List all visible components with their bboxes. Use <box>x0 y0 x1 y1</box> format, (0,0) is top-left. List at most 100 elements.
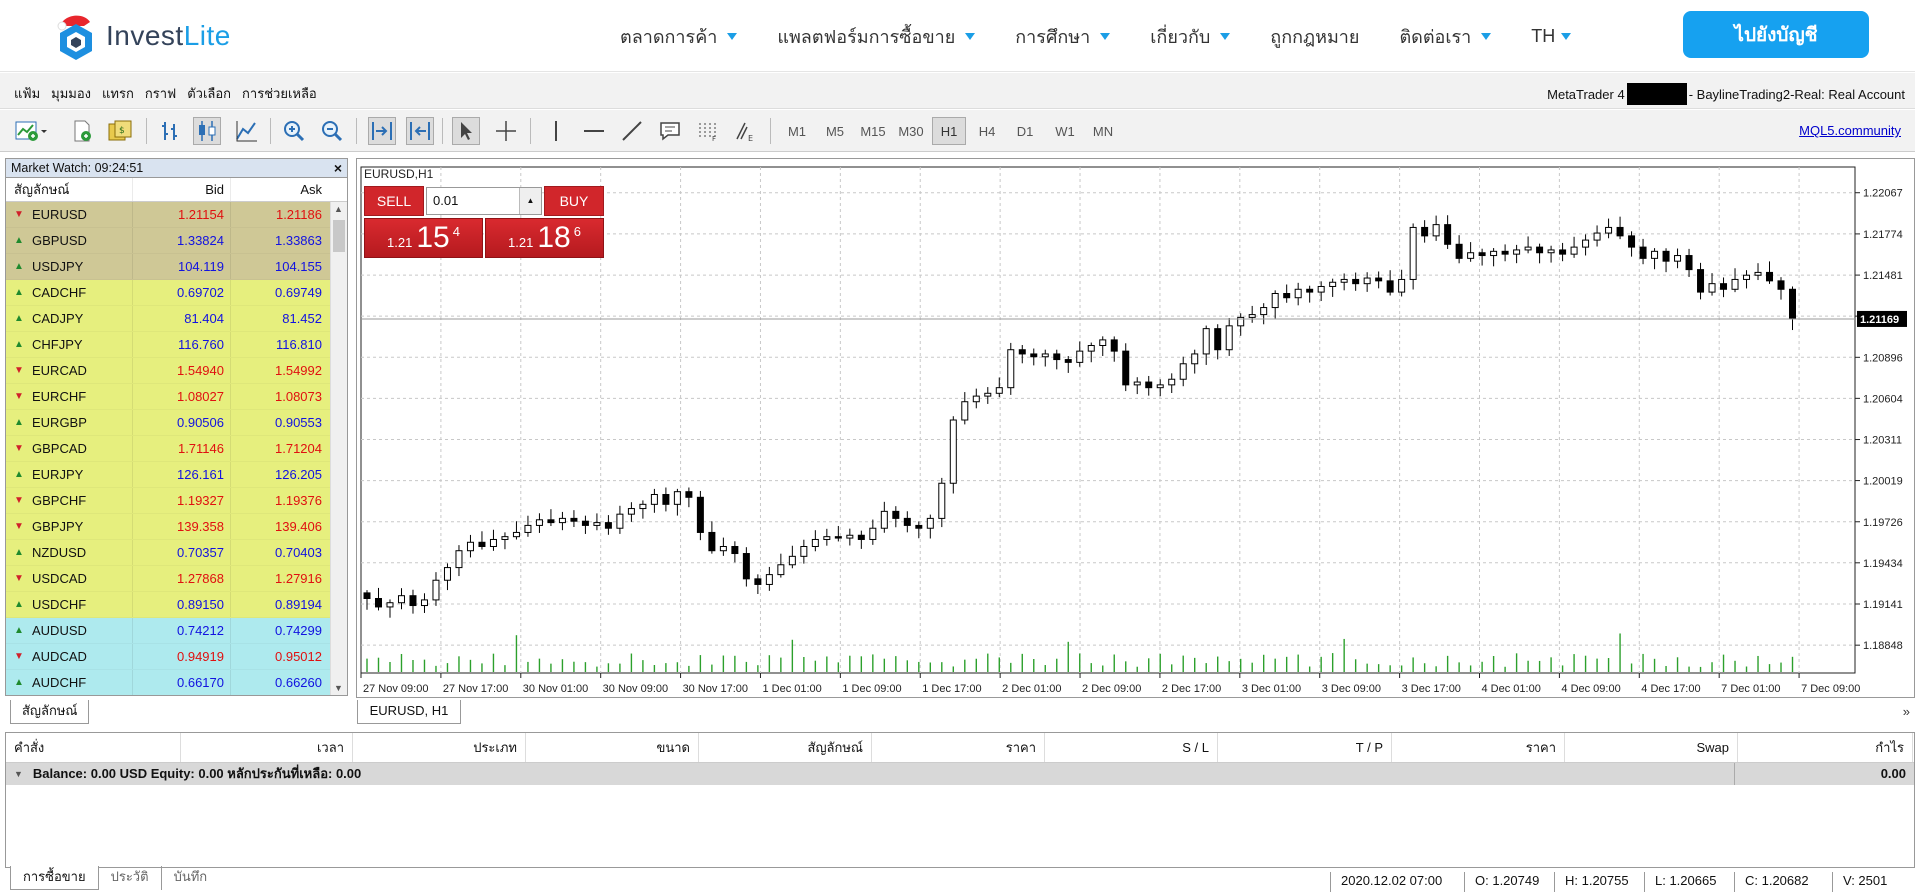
close-icon[interactable]: × <box>334 159 342 177</box>
market-watch-row[interactable]: ▲ USDJPY 104.119 104.155 <box>6 254 330 280</box>
logo[interactable]: InvestLite <box>54 12 231 60</box>
market-watch-row[interactable]: ▲ AUDUSD 0.74212 0.74299 <box>6 618 330 644</box>
timeframe-h1[interactable]: H1 <box>932 117 966 145</box>
timeframe-m15[interactable]: M15 <box>856 117 890 145</box>
buy-price[interactable]: 1.21 18 6 <box>485 218 604 258</box>
language-selector[interactable]: TH <box>1531 26 1572 47</box>
timeframe-d1[interactable]: D1 <box>1008 117 1042 145</box>
menu-view[interactable]: มุมมอง <box>51 83 91 104</box>
terminal-col-header[interactable]: กำไร <box>1738 733 1913 762</box>
auto-scroll-icon[interactable] <box>368 117 396 145</box>
sell-price[interactable]: 1.21 15 4 <box>364 218 483 258</box>
market-watch-row[interactable]: ▲ NZDUSD 0.70357 0.70403 <box>6 540 330 566</box>
market-watch-scrollbar[interactable]: ▲ ▼ <box>330 202 347 695</box>
lot-stepper[interactable]: ▲▼ <box>519 188 541 231</box>
menu-file[interactable]: แฟ้ม <box>14 83 40 104</box>
bid-cell: 116.760 <box>132 332 230 357</box>
mql5-community-link[interactable]: MQL5.community <box>1799 123 1901 138</box>
market-watch-icon[interactable]: $ <box>106 117 134 145</box>
line-chart-icon[interactable] <box>232 117 260 145</box>
trendline-icon[interactable] <box>618 117 646 145</box>
market-watch-row[interactable]: ▼ GBPCHF 1.19327 1.19376 <box>6 488 330 514</box>
nav-legal[interactable]: ถูกกฎหมาย <box>1270 22 1359 51</box>
market-watch-row[interactable]: ▼ USDCAD 1.27868 1.27916 <box>6 566 330 592</box>
crosshair-icon[interactable] <box>492 117 520 145</box>
nav-platforms[interactable]: แพลตฟอร์มการซื้อขาย <box>777 22 976 51</box>
nav-contact[interactable]: ติดต่อเรา <box>1399 22 1492 51</box>
bar-chart-icon[interactable] <box>156 117 184 145</box>
market-watch-row[interactable]: ▲ EURJPY 126.161 126.205 <box>6 462 330 488</box>
candle-body <box>1248 314 1256 318</box>
go-to-account-button[interactable]: ไปยังบัญชี <box>1683 11 1869 58</box>
market-watch-row[interactable]: ▲ EURGBP 0.90506 0.90553 <box>6 410 330 436</box>
terminal-col-header[interactable]: ขนาด <box>526 733 699 762</box>
menu-help[interactable]: การช่วยเหลือ <box>242 83 317 104</box>
collapse-icon[interactable]: ▼ <box>6 763 23 785</box>
market-watch-row[interactable]: ▲ CADJPY 81.404 81.452 <box>6 306 330 332</box>
balance-row[interactable]: ▼ Balance: 0.00 USD Equity: 0.00 หลักประ… <box>6 763 1914 785</box>
market-watch-row[interactable]: ▼ EURCHF 1.08027 1.08073 <box>6 384 330 410</box>
tab-symbols[interactable]: สัญลักษณ์ <box>10 700 90 724</box>
tab-history[interactable]: ประวัติ <box>99 866 161 890</box>
market-watch-row[interactable]: ▼ AUDCAD 0.94919 0.95012 <box>6 644 330 670</box>
market-watch-row[interactable]: ▲ CADCHF 0.69702 0.69749 <box>6 280 330 306</box>
sell-button[interactable]: SELL <box>364 186 424 216</box>
zoom-out-icon[interactable] <box>318 117 346 145</box>
zoom-in-icon[interactable] <box>280 117 308 145</box>
terminal-col-header[interactable]: S / L <box>1045 733 1218 762</box>
tab-chart-eurusd[interactable]: EURUSD, H1 <box>357 700 461 724</box>
terminal-col-header[interactable]: ราคา <box>1392 733 1565 762</box>
market-watch-row[interactable]: ▼ GBPJPY 139.358 139.406 <box>6 514 330 540</box>
menu-options[interactable]: ตัวเลือก <box>187 83 231 104</box>
tab-journal[interactable]: บันทึก <box>160 866 220 890</box>
timeframe-h4[interactable]: H4 <box>970 117 1004 145</box>
chart-shift-icon[interactable] <box>406 117 434 145</box>
terminal-col-header[interactable]: T / P <box>1218 733 1392 762</box>
col-bid[interactable]: Bid <box>132 178 230 201</box>
timeframe-m30[interactable]: M30 <box>894 117 928 145</box>
fibonacci-icon[interactable]: F <box>694 117 722 145</box>
buy-button[interactable]: BUY <box>544 186 604 216</box>
timeframe-m5[interactable]: M5 <box>818 117 852 145</box>
market-watch-row[interactable]: ▲ AUDCHF 0.66170 0.66260 <box>6 670 330 695</box>
menu-insert[interactable]: แทรก <box>102 83 134 104</box>
terminal-col-header[interactable]: ประเภท <box>353 733 526 762</box>
vertical-line-icon[interactable] <box>542 117 570 145</box>
scroll-down-icon[interactable]: ▼ <box>334 683 343 693</box>
menu-charts[interactable]: กราฟ <box>145 83 176 104</box>
scroll-thumb[interactable] <box>333 220 345 252</box>
col-ask[interactable]: Ask <box>230 178 328 201</box>
new-chart-icon[interactable] <box>12 117 52 145</box>
text-label-icon[interactable] <box>656 117 684 145</box>
scroll-up-icon[interactable]: ▲ <box>334 204 343 214</box>
more-tabs-icon[interactable]: » <box>1903 704 1910 719</box>
terminal-col-header[interactable]: เวลา <box>181 733 353 762</box>
market-watch-row[interactable]: ▲ GBPUSD 1.33824 1.33863 <box>6 228 330 254</box>
terminal-col-header[interactable]: Swap <box>1565 733 1738 762</box>
timeframe-mn[interactable]: MN <box>1086 117 1120 145</box>
cursor-icon[interactable] <box>452 117 480 145</box>
nav-markets[interactable]: ตลาดการค้า <box>620 22 738 51</box>
timeframe-w1[interactable]: W1 <box>1048 117 1082 145</box>
timeframe-m1[interactable]: M1 <box>780 117 814 145</box>
svg-text:E: E <box>748 134 753 143</box>
terminal-col-header[interactable]: สัญลักษณ์ <box>699 733 872 762</box>
objects-icon[interactable]: E <box>732 117 760 145</box>
nav-about[interactable]: เกี่ยวกับ <box>1150 22 1231 51</box>
lot-size-input[interactable]: 0.01 ▲▼ <box>426 187 542 231</box>
horizontal-line-icon[interactable] <box>580 117 608 145</box>
new-profile-icon[interactable] <box>68 117 96 145</box>
tab-trade[interactable]: การซื้อขาย <box>10 866 99 890</box>
market-watch-row[interactable]: ▲ CHFJPY 116.760 116.810 <box>6 332 330 358</box>
market-watch-row[interactable]: ▲ USDCHF 0.89150 0.89194 <box>6 592 330 618</box>
col-symbol[interactable]: สัญลักษณ์ <box>6 179 132 200</box>
market-watch-row[interactable]: ▼ EURCAD 1.54940 1.54992 <box>6 358 330 384</box>
candle-body <box>1455 243 1463 259</box>
terminal-col-header[interactable]: คำสั่ง <box>6 733 181 762</box>
chevron-up-icon[interactable]: ▲ <box>527 188 535 214</box>
candlestick-chart-icon[interactable] <box>193 117 221 145</box>
market-watch-row[interactable]: ▼ GBPCAD 1.71146 1.71204 <box>6 436 330 462</box>
market-watch-row[interactable]: ▼ EURUSD 1.21154 1.21186 <box>6 202 330 228</box>
nav-education[interactable]: การศึกษา <box>1015 22 1111 51</box>
terminal-col-header[interactable]: ราคา <box>872 733 1045 762</box>
